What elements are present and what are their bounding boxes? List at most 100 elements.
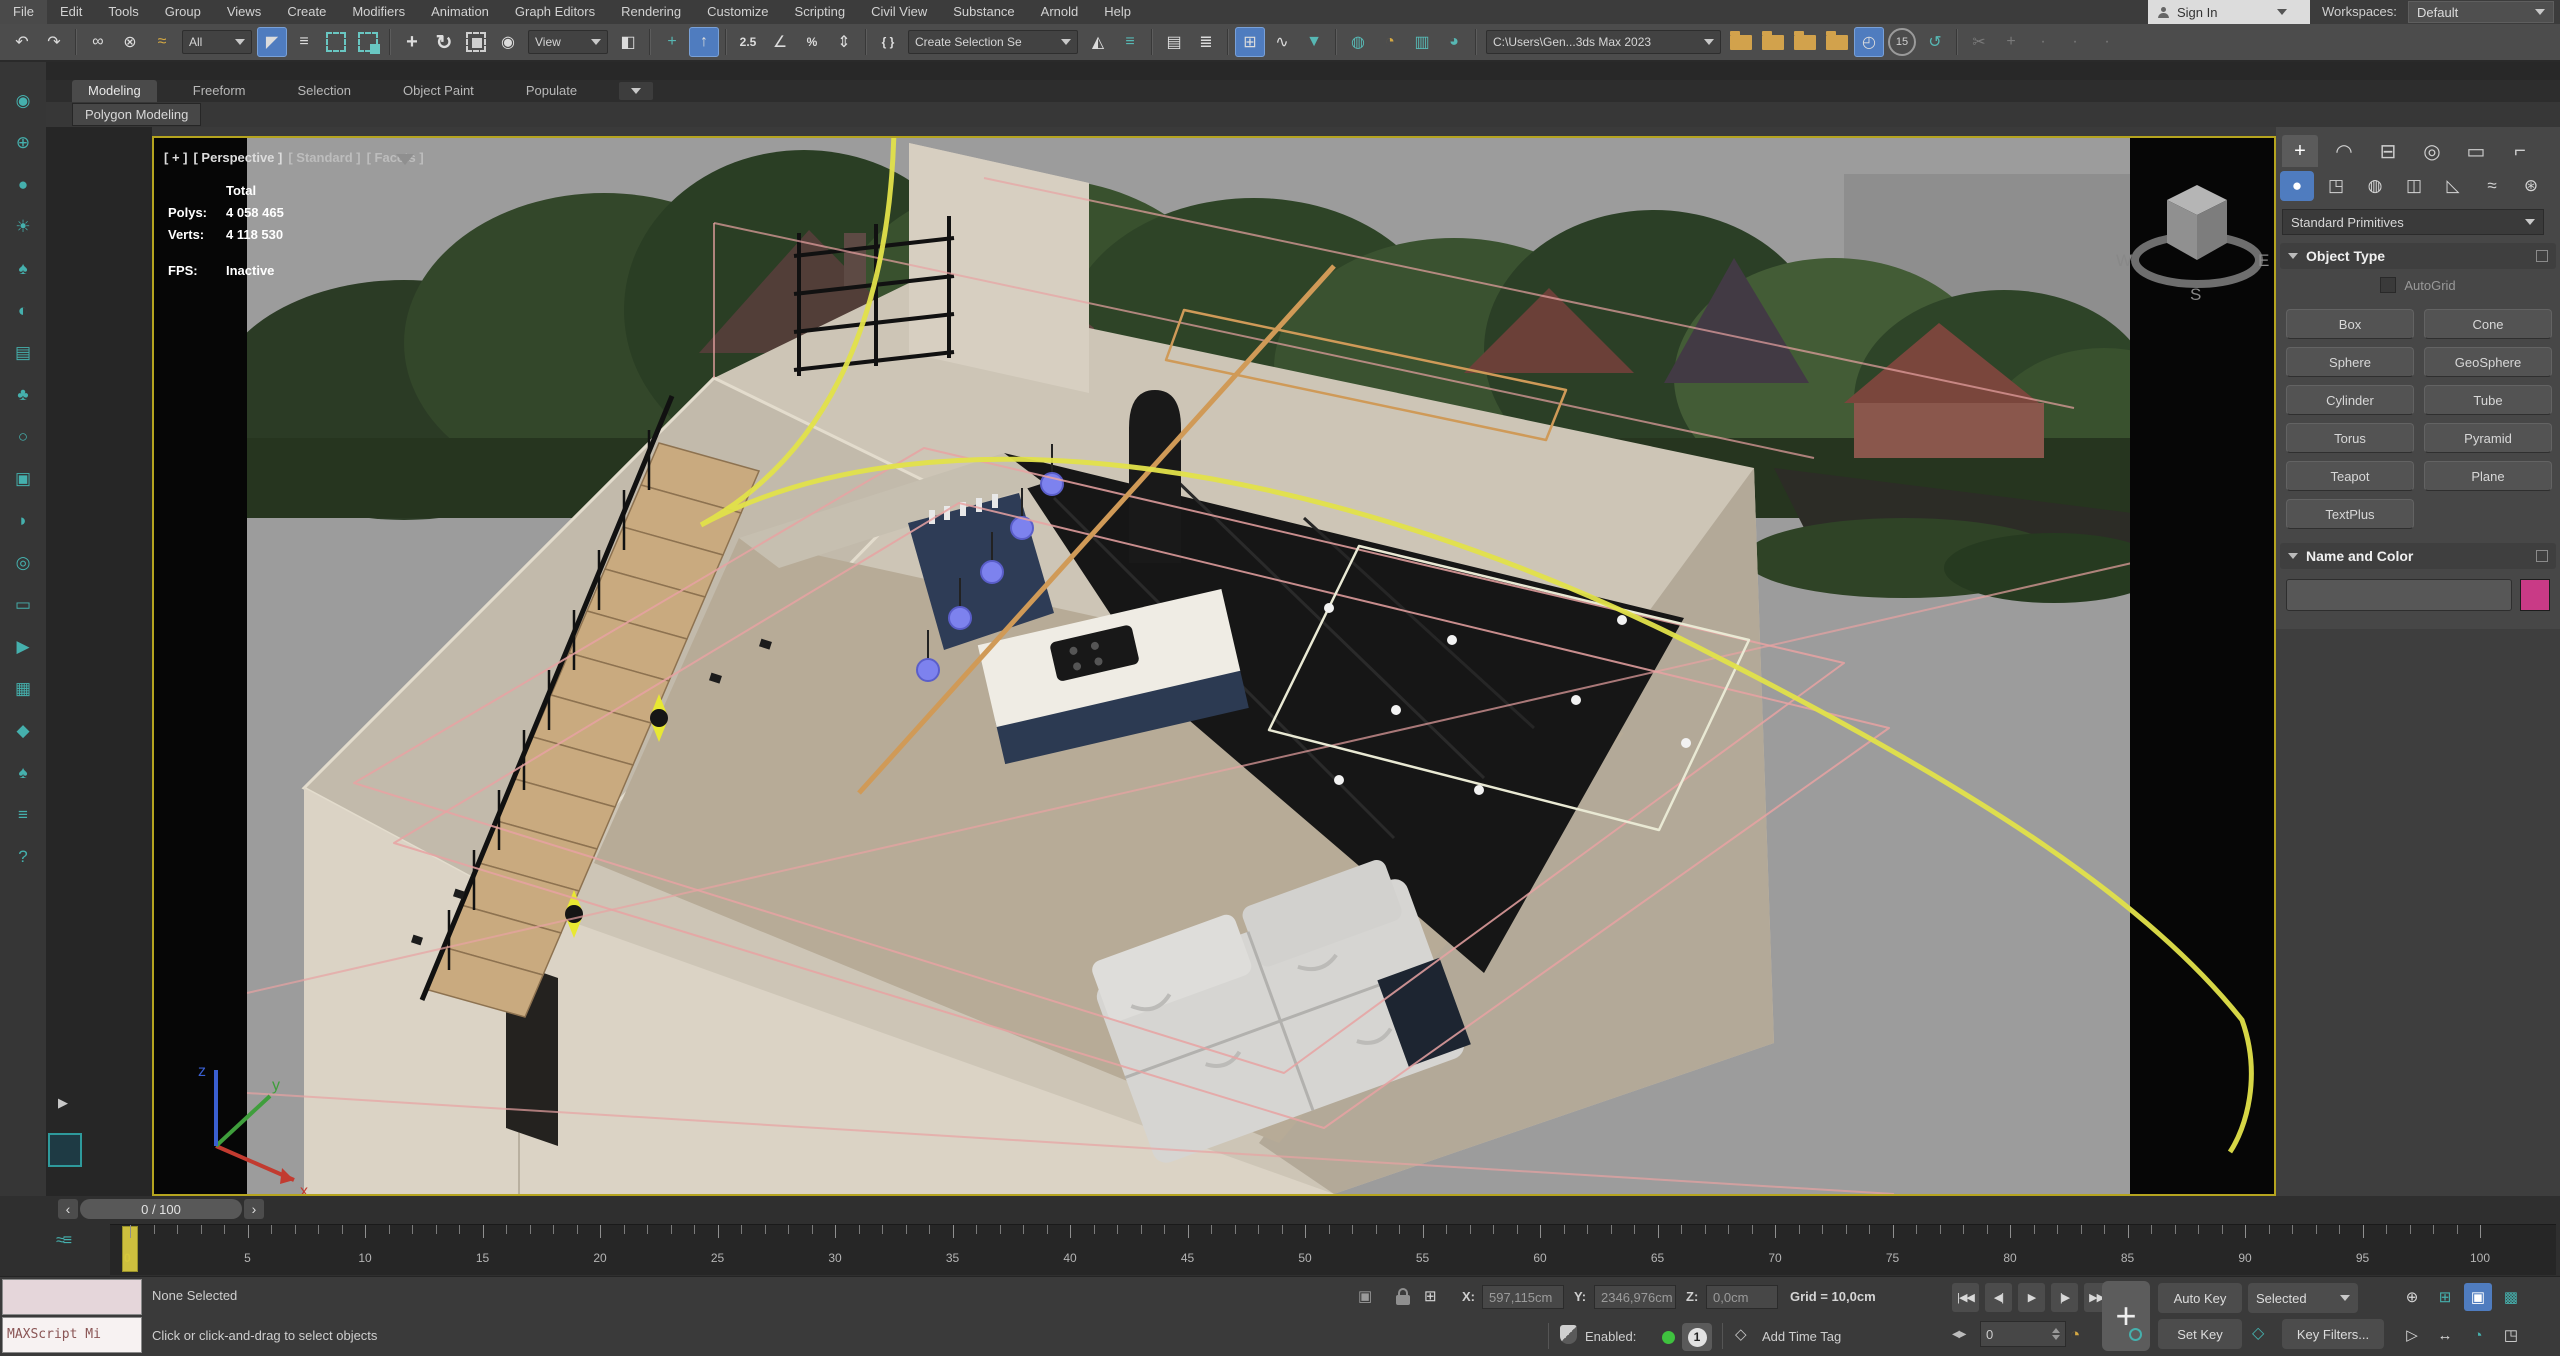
toggle-layer-explorer-icon[interactable]: ≣ [1191,27,1221,57]
ring-icon[interactable]: ○ [7,421,39,453]
frame-spinner[interactable]: 0 [1980,1321,2066,1347]
select-and-manipulate-icon[interactable]: + [657,27,687,57]
help-icon[interactable]: ? [7,841,39,873]
spinner-snap-icon[interactable]: ⇕ [829,27,859,57]
snaps-toggle-icon[interactable]: 2.5 [733,27,763,57]
autosave-toggle-icon[interactable]: ◴ [1854,27,1884,57]
key-filter-icon[interactable]: ◇ [2252,1323,2264,1343]
toggle-ribbon-icon[interactable]: ⊞ [1235,27,1265,57]
zoom-extents-all-button[interactable]: ▩ [2497,1283,2525,1311]
play-button[interactable]: ▶ [2018,1283,2045,1312]
bind-to-space-warp-icon[interactable]: ≈ [147,27,177,57]
extra-icon-3[interactable]: · [2092,27,2122,57]
menu-substance[interactable]: Substance [940,0,1027,24]
y-coordinate-field[interactable]: 2346,976cm [1594,1285,1676,1309]
selection-lock-icon[interactable] [1396,1295,1410,1305]
zoom-button[interactable]: ⊕ [2398,1283,2426,1311]
object-button-box[interactable]: Box [2286,309,2414,339]
tree-list-icon[interactable]: ▤ [7,337,39,369]
viewport-label-segment-1[interactable]: [ Perspective ] [193,150,282,165]
object-button-torus[interactable]: Torus [2286,423,2414,453]
filter-funnel-icon[interactable] [396,154,414,165]
project-folder-settings-icon[interactable] [1730,35,1752,50]
nudge-frame-icon[interactable]: ◀▶ [1952,1329,1965,1340]
add-time-tag-label[interactable]: Add Time Tag [1762,1329,1841,1344]
menu-customize[interactable]: Customize [694,0,781,24]
set-key-button[interactable]: Set Key [2158,1319,2242,1349]
mirror-icon[interactable]: ◭ [1083,27,1113,57]
tab-create[interactable]: + [2282,135,2318,167]
menu-tools[interactable]: Tools [95,0,151,24]
ribbon-tab-object-paint[interactable]: Object Paint [387,80,490,102]
maximize-viewport-button[interactable]: ◳ [2497,1321,2525,1349]
teapot-icon[interactable]: ◆ [7,715,39,747]
shield-icon[interactable] [1560,1325,1577,1344]
object-type-rollout-header[interactable]: Object Type [2280,243,2556,269]
menu-scripting[interactable]: Scripting [782,0,859,24]
object-button-textplus[interactable]: TextPlus [2286,499,2414,529]
menu-civil-view[interactable]: Civil View [858,0,940,24]
object-button-geosphere[interactable]: GeoSphere [2424,347,2552,377]
absolute-mode-icon[interactable]: ⊞ [1424,1287,1437,1305]
menu-arnold[interactable]: Arnold [1028,0,1092,24]
light-gear-icon[interactable]: ◎ [7,547,39,579]
add-camera-icon[interactable]: ⊕ [7,127,39,159]
use-pivot-point-icon[interactable]: ◧ [613,27,643,57]
selection-filter-select[interactable]: All [182,30,252,54]
select-and-rotate-icon[interactable]: ↻ [429,27,459,57]
angle-snap-icon[interactable]: ∠ [765,27,795,57]
redo-icon[interactable]: ↷ [39,27,69,57]
object-color-swatch[interactable] [2520,579,2550,611]
named-selection-set-select[interactable]: Create Selection Se [908,30,1078,54]
enabled-count-badge[interactable]: 1 [1682,1323,1712,1351]
extra-icon-2[interactable]: · [2060,27,2090,57]
menu-file[interactable]: File [0,0,47,24]
align-icon[interactable]: ≡ [1115,27,1145,57]
ribbon-minimize-button[interactable] [619,82,653,100]
object-button-sphere[interactable]: Sphere [2286,347,2414,377]
reference-coordinate-system-select[interactable]: View [528,30,608,54]
ribbon-tab-populate[interactable]: Populate [510,80,593,102]
camera-icon[interactable]: ◉ [7,85,39,117]
isolate-selection-icon[interactable]: ▣ [1358,1287,1372,1305]
cat-cameras[interactable]: ◫ [2397,171,2431,201]
tab-display[interactable]: ▭ [2458,135,2494,167]
perspective-viewport[interactable]: W S E x y z [ + ][ Perspective ][ Standa… [152,136,2276,1196]
swirl-icon[interactable]: ◐ [7,295,39,327]
select-by-name-icon[interactable]: ≡ [289,27,319,57]
object-button-pyramid[interactable]: Pyramid [2424,423,2552,453]
list-icon[interactable]: ≡ [7,799,39,831]
tree-icon[interactable]: ♣ [7,379,39,411]
viewport-label-segment-0[interactable]: [ + ] [164,150,187,165]
viewport-label[interactable]: [ + ][ Perspective ][ Standard ][ Facets… [164,150,424,165]
next-frame-button[interactable]: |▶ [2051,1283,2078,1312]
schematic-view-icon[interactable]: ▼ [1299,27,1329,57]
z-coordinate-field[interactable]: 0,0cm [1706,1285,1778,1309]
rendered-frame-window-icon[interactable]: ▥ [1407,27,1437,57]
named-selection-sets-icon[interactable]: { } [873,27,903,57]
toggle-scene-explorer-icon[interactable]: ▤ [1159,27,1189,57]
palette-icon[interactable]: ◗ [7,505,39,537]
ribbon-tab-modeling[interactable]: Modeling [72,80,157,102]
menu-group[interactable]: Group [152,0,214,24]
select-and-scale-icon[interactable] [461,27,491,57]
workspace-select[interactable]: Default [2408,1,2554,23]
project-switch-icon[interactable] [1794,35,1816,50]
maxscript-mini-listener-white[interactable]: MAXScript Mi [2,1317,142,1353]
cat-geometry[interactable]: ● [2280,171,2314,201]
menu-edit[interactable]: Edit [47,0,95,24]
tab-motion[interactable]: ◎ [2414,135,2450,167]
undo-icon[interactable]: ↶ [7,27,37,57]
go-to-start-button[interactable]: |◀◀ [1952,1283,1979,1312]
menu-graph-editors[interactable]: Graph Editors [502,0,608,24]
object-button-cone[interactable]: Cone [2424,309,2552,339]
object-button-plane[interactable]: Plane [2424,461,2552,491]
window-crossing-toggle-icon[interactable] [353,27,383,57]
trees-bell-icon[interactable]: ♠ [7,757,39,789]
polygon-modeling-panel[interactable]: Polygon Modeling [72,103,201,126]
sign-in-control[interactable]: Sign In [2148,0,2310,24]
menu-help[interactable]: Help [1091,0,1144,24]
flyout-arrow-icon[interactable]: ▶ [58,1095,68,1111]
select-and-link-icon[interactable]: ∞ [83,27,113,57]
key-filters-button[interactable]: Key Filters... [2282,1319,2384,1349]
